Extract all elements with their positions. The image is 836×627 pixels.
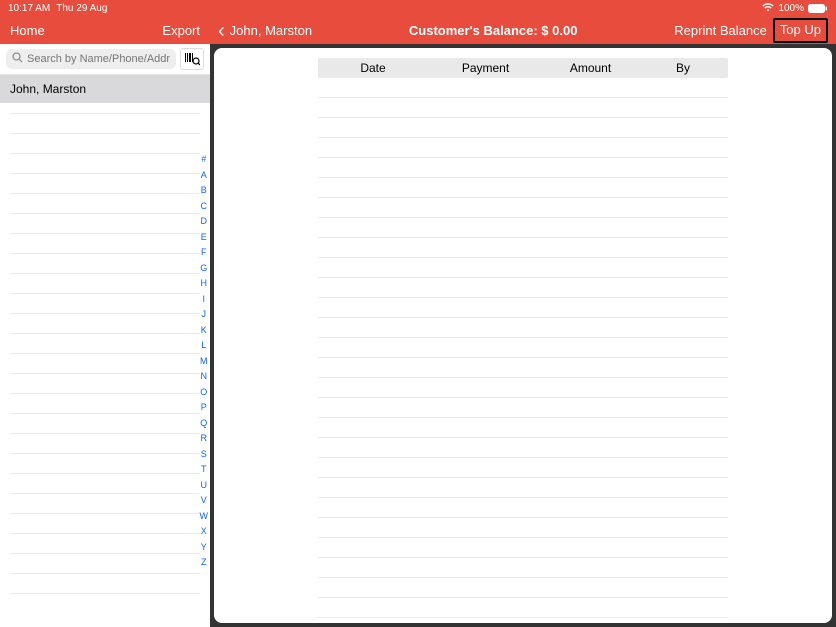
sidebar-header: Home Export bbox=[0, 17, 210, 44]
export-button[interactable]: Export bbox=[162, 23, 200, 38]
reprint-balance-button[interactable]: Reprint Balance bbox=[674, 23, 767, 38]
battery-icon bbox=[808, 4, 828, 13]
alpha-index-letter[interactable]: S bbox=[200, 448, 209, 462]
alpha-index-letter[interactable]: I bbox=[200, 293, 209, 307]
col-payment: Payment bbox=[428, 61, 543, 75]
alpha-index-letter[interactable]: M bbox=[200, 355, 209, 369]
alpha-index-letter[interactable]: A bbox=[200, 169, 209, 183]
detail-customer-name[interactable]: John, Marston bbox=[230, 23, 312, 38]
alpha-index-letter[interactable]: V bbox=[200, 494, 209, 508]
search-box[interactable] bbox=[6, 49, 176, 69]
customer-list-item[interactable]: John, Marston bbox=[0, 75, 210, 103]
alpha-index[interactable]: # ABCDEFGHIJKLMNOPQRSTUVWXYZ bbox=[200, 153, 209, 570]
transactions-card: Date Payment Amount By bbox=[214, 48, 832, 623]
sidebar: Home Export John, Marston bbox=[0, 17, 210, 627]
alpha-index-letter[interactable]: W bbox=[200, 510, 209, 524]
alpha-index-letter[interactable]: X bbox=[200, 525, 209, 539]
battery-percent: 100% bbox=[778, 3, 804, 14]
search-icon bbox=[12, 52, 23, 66]
balance-label: Customer's Balance: $ 0.00 bbox=[312, 23, 674, 38]
detail-header: ‹ John, Marston Customer's Balance: $ 0.… bbox=[210, 17, 836, 44]
alpha-index-letter[interactable]: Y bbox=[200, 541, 209, 555]
alpha-index-letter[interactable]: Q bbox=[200, 417, 209, 431]
status-date: Thu 29 Aug bbox=[56, 3, 107, 14]
alpha-index-letter[interactable]: C bbox=[200, 200, 209, 214]
search-input[interactable] bbox=[27, 53, 170, 65]
col-by: By bbox=[638, 61, 728, 75]
alpha-index-letter[interactable]: F bbox=[200, 246, 209, 260]
status-time: 10:17 AM bbox=[8, 3, 50, 14]
detail-panel: ‹ John, Marston Customer's Balance: $ 0.… bbox=[210, 17, 836, 627]
alpha-index-letter[interactable]: U bbox=[200, 479, 209, 493]
alpha-index-letter[interactable]: R bbox=[200, 432, 209, 446]
alpha-index-letter[interactable]: G bbox=[200, 262, 209, 276]
alpha-index-letter[interactable]: N bbox=[200, 370, 209, 384]
search-row bbox=[0, 44, 210, 75]
alpha-index-letter[interactable]: Z bbox=[200, 556, 209, 570]
status-bar: 10:17 AM Thu 29 Aug 100% bbox=[0, 0, 836, 17]
alpha-index-letter[interactable]: O bbox=[200, 386, 209, 400]
alpha-index-letter[interactable]: P bbox=[200, 401, 209, 415]
back-chevron-icon[interactable]: ‹ bbox=[218, 21, 225, 41]
customer-list-empty: # ABCDEFGHIJKLMNOPQRSTUVWXYZ bbox=[0, 103, 210, 627]
col-amount: Amount bbox=[543, 61, 638, 75]
alpha-index-letter[interactable]: H bbox=[200, 277, 209, 291]
alpha-index-letter[interactable]: # bbox=[200, 153, 209, 167]
alpha-index-letter[interactable]: D bbox=[200, 215, 209, 229]
barcode-scan-button[interactable] bbox=[180, 48, 204, 70]
alpha-index-letter[interactable]: E bbox=[200, 231, 209, 245]
alpha-index-letter[interactable]: J bbox=[200, 308, 209, 322]
alpha-index-letter[interactable]: B bbox=[200, 184, 209, 198]
col-date: Date bbox=[318, 61, 428, 75]
home-button[interactable]: Home bbox=[10, 23, 45, 38]
wifi-icon bbox=[762, 3, 774, 15]
alpha-index-letter[interactable]: K bbox=[200, 324, 209, 338]
top-up-button[interactable]: Top Up bbox=[773, 18, 828, 42]
table-header: Date Payment Amount By bbox=[318, 58, 728, 78]
alpha-index-letter[interactable]: T bbox=[200, 463, 209, 477]
alpha-index-letter[interactable]: L bbox=[200, 339, 209, 353]
